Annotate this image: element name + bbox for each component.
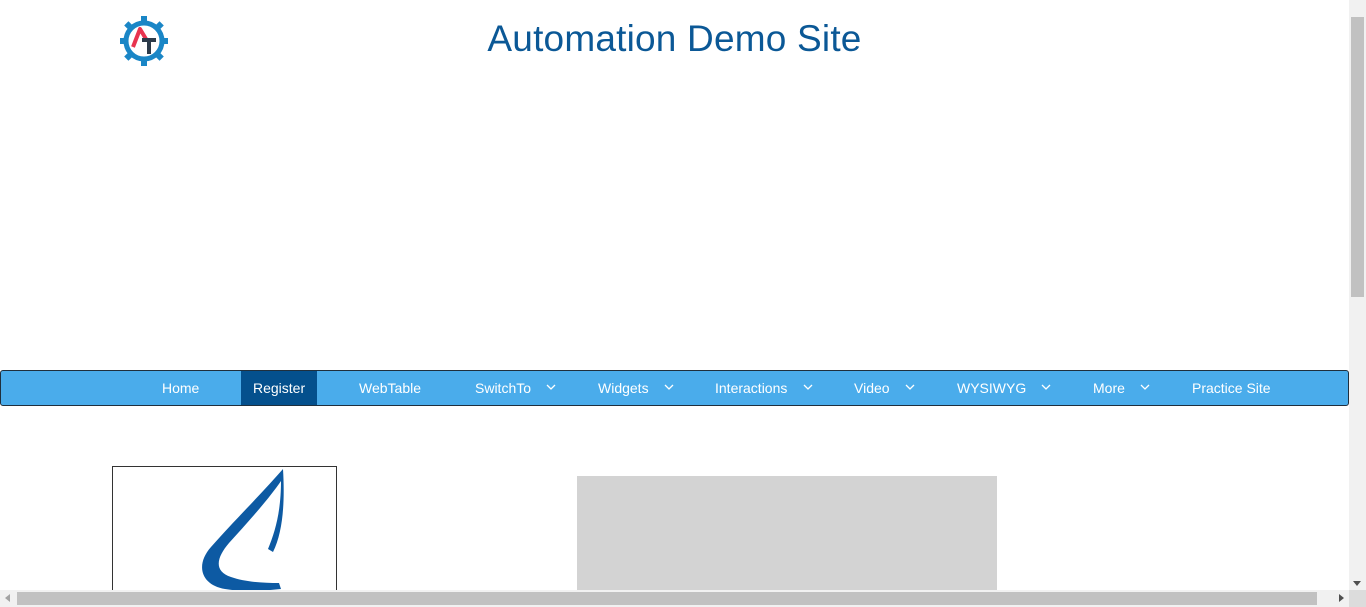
page-title: Automation Demo Site [487,18,862,59]
nav-item-practice-site[interactable]: Practice Site [1181,371,1291,405]
nav-item-label: Practice Site [1192,380,1271,396]
nav-item-wysiwyg[interactable]: WYSIWYG [941,371,1061,405]
nav-item-switchto[interactable]: SwitchTo [461,371,561,405]
scrollbar-corner [1349,590,1366,607]
scroll-right-arrow-icon[interactable] [1339,594,1344,602]
content-placeholder-panel [577,476,997,592]
nav-item-video[interactable]: Video [841,371,921,405]
brand-image-frame [112,466,337,596]
nav-item-label: Register [253,380,306,396]
nav-item-label: WebTable [359,380,422,396]
nav-item-register[interactable]: Register [241,371,317,405]
nav-item-label: SwitchTo [475,380,532,396]
nav-item-home[interactable]: Home [141,371,221,405]
horizontal-scrollbar[interactable] [0,590,1349,607]
nav-item-label: WYSIWYG [957,380,1027,396]
nav-item-interactions[interactable]: Interactions [701,371,821,405]
nav-item-label: Interactions [715,380,788,396]
vertical-scroll-thumb[interactable] [1351,17,1364,297]
page: Automation Demo Site Home Register WebTa… [0,0,1366,607]
chevron-down-icon [546,384,556,390]
nav-item-label: Video [854,380,890,396]
nav-item-label: Widgets [598,380,649,396]
nav-item-more[interactable]: More [1081,371,1161,405]
nav-item-label: Home [162,380,200,396]
chevron-down-icon [803,384,813,390]
chevron-down-icon [1140,384,1150,390]
scroll-down-arrow-icon[interactable] [1353,581,1361,586]
nav-item-widgets[interactable]: Widgets [581,371,681,405]
brand-swoosh-image [202,469,284,591]
horizontal-scroll-thumb[interactable] [17,592,1317,605]
chevron-down-icon [664,384,674,390]
nav-item-label: More [1093,380,1125,396]
chevron-down-icon [1041,384,1051,390]
nav-item-webtable[interactable]: WebTable [341,371,441,405]
chevron-down-icon [905,384,915,390]
vertical-scrollbar[interactable] [1349,0,1366,590]
scroll-left-arrow-icon[interactable] [5,594,10,602]
main-nav: Home Register WebTable SwitchTo Widgets … [0,370,1349,406]
